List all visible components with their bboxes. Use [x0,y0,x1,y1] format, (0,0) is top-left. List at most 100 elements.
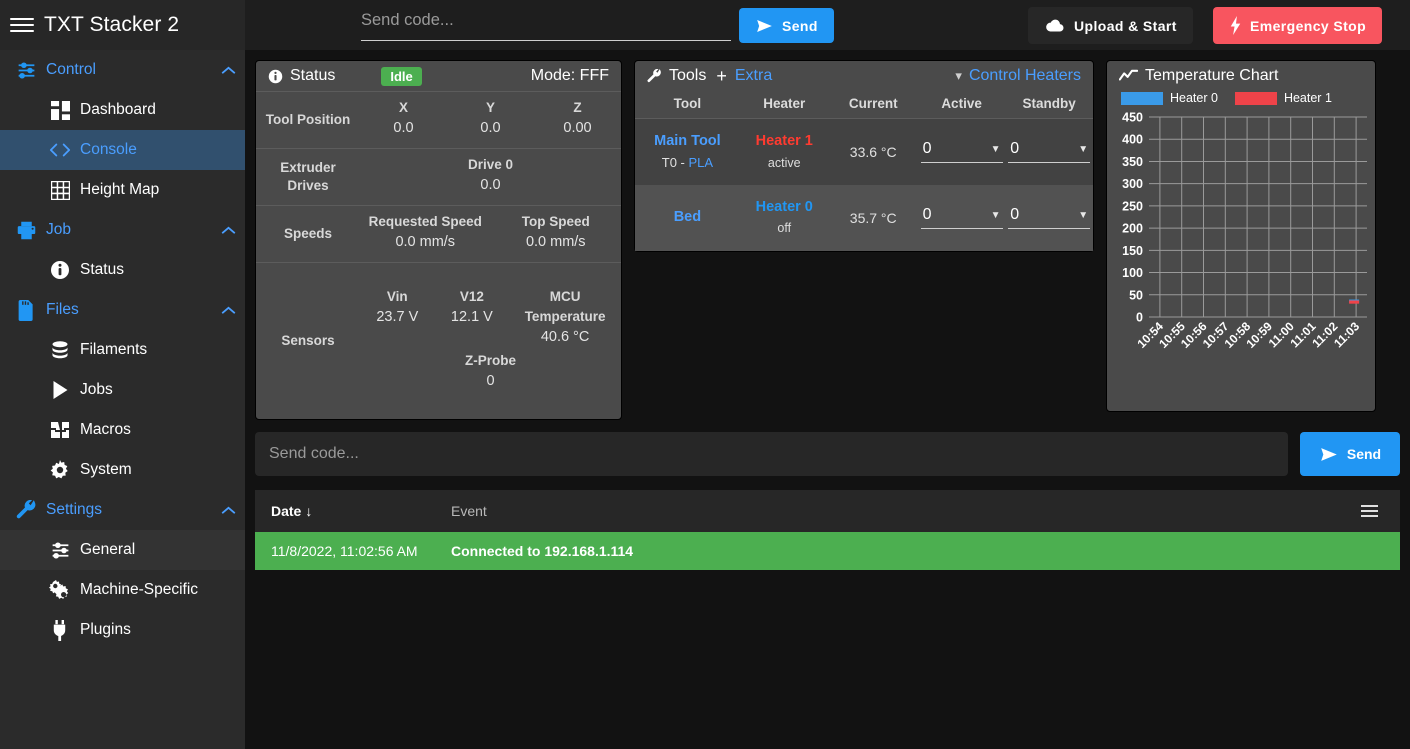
tool-name[interactable]: Main Tool [635,131,740,153]
plug-icon [40,619,80,641]
sensor-z-probe: Z-Probe 0 [360,351,621,393]
sidebar-navigation: Control Dashboard Console Height Map Job… [0,50,245,749]
heater-name[interactable]: Heater 0 [740,197,829,219]
active-temp-value: 0 [922,206,932,223]
extra-link[interactable]: Extra [735,67,772,85]
svg-text:150: 150 [1122,244,1143,258]
gcode-input-top[interactable]: Send code... [361,9,731,41]
table-row[interactable]: Main Tool T0 - PLA Heater 1 active 33.6 … [635,118,1093,185]
heater-cell: Heater 1 active [740,119,829,185]
sidebar-item-dashboard[interactable]: Dashboard [0,90,245,130]
active-temp-select[interactable]: 0 ▼ [920,140,1003,164]
svg-text:0: 0 [1136,311,1143,325]
chart-line-icon [1118,69,1139,83]
drive-0-label: Drive 0 [467,157,514,172]
sort-descending-icon: ↓ [305,503,313,519]
chart-plot-area: 0 50 100 150 200 250 300 350 400 450 10:54 10:55 10:… [1107,109,1375,384]
tool-cell: Main Tool T0 - PLA [635,119,740,185]
standby-temp-select[interactable]: 0 ▼ [1008,206,1091,229]
sidebar-group-control-label: Control [46,61,96,78]
gear-icon [40,460,80,480]
standby-temp-cell: 0 ▼ [1005,119,1093,185]
gcode-input-top-placeholder: Send code... [361,11,454,29]
panels-row: Status Idle Mode: FFF Tool Position X 0.… [255,60,1400,420]
wrench-icon [6,499,46,521]
sidebar-item-status[interactable]: Status [0,250,245,290]
upload-and-start-label: Upload & Start [1074,17,1177,34]
cloud-upload-icon [1044,17,1066,34]
paper-plane-icon [1319,446,1339,463]
svg-text:400: 400 [1122,133,1143,147]
sidebar-item-plugins-label: Plugins [80,621,131,638]
sensor-vin: Vin 23.7 V [360,287,435,349]
standby-temp-select[interactable]: 0 ▼ [1008,140,1091,164]
tools-panel: Tools + Extra ▾ Control Heaters Tool Hea… [634,60,1094,252]
paper-plane-icon [755,18,774,34]
status-row-label: Sensors [281,332,335,348]
grid-icon [40,180,80,200]
active-temp-cell: 0 ▼ [918,185,1006,251]
page-title: TXT Stacker 2 [44,13,180,36]
col-date-label: Date [271,503,302,519]
console-input-row: Send code... Send [255,432,1400,476]
send-button-top[interactable]: Send [739,8,834,43]
sidebar-item-console[interactable]: Console [0,130,245,170]
sensor-vin-value: 23.7 V [376,309,419,326]
sidebar-item-filaments[interactable]: Filaments [0,330,245,370]
tool-name[interactable]: Bed [635,185,740,251]
svg-text:200: 200 [1122,222,1143,236]
chevron-up-icon [211,306,245,315]
console-send-button[interactable]: Send [1300,432,1400,476]
control-heaters-button[interactable]: ▾ Control Heaters [955,67,1081,85]
svg-text:350: 350 [1122,155,1143,169]
play-icon [40,381,80,399]
standby-temp-value: 0 [1010,140,1020,158]
printer-icon [6,220,46,241]
hamburger-icon[interactable] [8,15,36,35]
console-gcode-input[interactable]: Send code... [255,432,1288,476]
axis-x-value: 0.0 [393,120,414,137]
sidebar-item-height-map[interactable]: Height Map [0,170,245,210]
sensor-v12-label: V12 [459,288,484,304]
svg-text:50: 50 [1129,288,1143,302]
status-row-speeds: Speeds Requested Speed 0.0 mm/s Top Spee… [256,205,621,262]
sidebar-group-settings[interactable]: Settings [0,490,245,530]
table-row[interactable]: Bed Heater 0 off 35.7 °C 0 ▼ 0 ▼ [635,184,1093,251]
requested-speed: Requested Speed 0.0 mm/s [360,212,491,254]
heater-state: off [777,221,792,236]
sidebar-item-jobs[interactable]: Jobs [0,370,245,410]
emergency-stop-button[interactable]: Emergency Stop [1213,7,1383,44]
main-content: Status Idle Mode: FFF Tool Position X 0.… [245,50,1410,749]
sidebar-group-control[interactable]: Control [0,50,245,90]
sidebar-item-general[interactable]: General [0,530,245,570]
log-options-menu-icon[interactable] [1354,505,1384,517]
sidebar-item-machine-specific[interactable]: Machine-Specific [0,570,245,610]
sidebar-item-jobs-label: Jobs [80,381,113,398]
temperature-chart-panel: Temperature Chart Heater 0 Heater 1 0 50 1… [1106,60,1376,412]
sidebar-group-job[interactable]: Job [0,210,245,250]
svg-text:450: 450 [1122,111,1143,125]
heater-name[interactable]: Heater 1 [740,131,829,153]
sidebar-item-macros[interactable]: Macros [0,410,245,450]
col-event-header[interactable]: Event [451,503,1354,519]
temperature-chart-svg: 05010015020025030035040045010:5410:5510:… [1122,111,1367,351]
console-log-table: Date ↓ Event 11/8/2022, 11:02:56 AM Conn… [255,490,1400,570]
sidebar-group-files[interactable]: Files [0,290,245,330]
sidebar-item-machine-specific-label: Machine-Specific [80,581,199,598]
printer-mode-label: Mode: FFF [530,67,609,84]
sidebar-item-height-map-label: Height Map [80,181,160,198]
active-temp-select[interactable]: 0 ▼ [920,206,1003,229]
col-heater: Heater [739,91,829,119]
upload-and-start-button[interactable]: Upload & Start [1028,7,1193,44]
filament-link[interactable]: PLA [688,155,713,170]
add-tool-symbol[interactable]: + [716,66,727,87]
top-speed: Top Speed 0.0 mm/s [491,212,622,254]
sidebar-item-system[interactable]: System [0,450,245,490]
control-heaters-label: Control Heaters [968,67,1081,84]
col-date-header[interactable]: Date ↓ [271,503,451,519]
info-circle-icon [40,260,80,280]
sidebar-item-plugins[interactable]: Plugins [0,610,245,650]
axis-z: Z 0.00 [534,98,621,140]
chevron-down-icon: ▾ [955,68,962,83]
status-row-extruder-drives: Extruder Drives Drive 0 0.0 [256,148,621,205]
